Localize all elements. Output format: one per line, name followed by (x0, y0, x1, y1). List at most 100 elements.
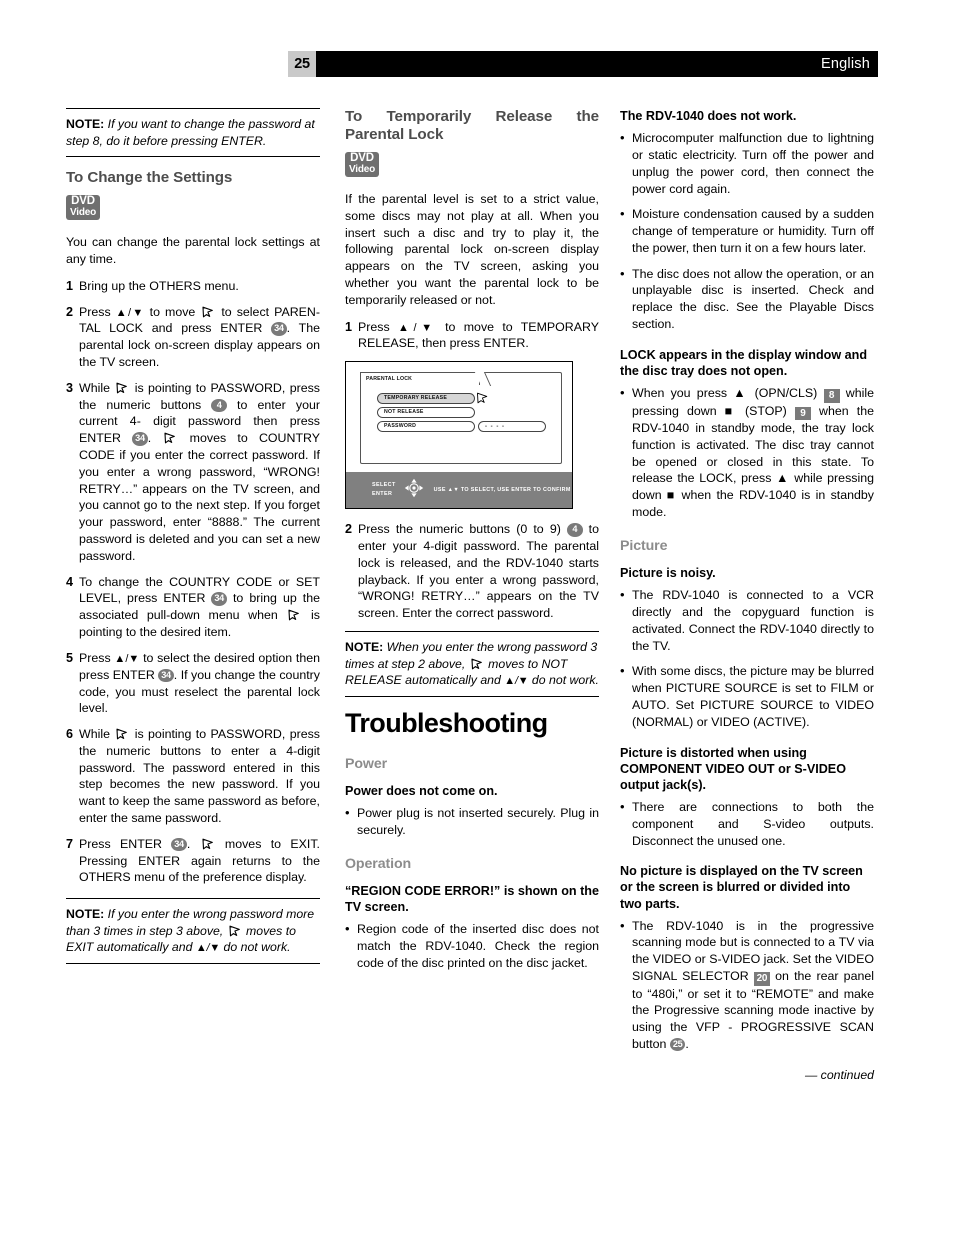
osd-panel: PARENTAL LOCK TEMPORARY RELEASE NOT RELE… (360, 372, 562, 465)
problem-heading-region-code-error: “REGION CODE ERROR!” is shown on the TV … (345, 883, 599, 915)
bullet-item: • With some discs, the picture may be blu… (620, 663, 874, 730)
bullet-item: • Region code of the inserted disc does n… (345, 921, 599, 971)
note-wrong-password: NOTE: If you enter the wrong password mo… (66, 898, 320, 965)
osd-item-temporary-release[interactable]: TEMPORARY RELEASE (377, 393, 475, 405)
bullet-list-picture-distorted: • There are connections to both the compo… (620, 799, 874, 849)
column-right: The RDV-1040 does not work. • Microcomput… (620, 108, 874, 1083)
osd-footer-hint: USE ▲▼ TO SELECT, USE ENTER TO CONFIRM (433, 486, 571, 493)
step-number: 2 (345, 522, 353, 537)
step-item: 1 Press ▲/▼ to move to TEMPORARY RELEASE… (345, 319, 599, 353)
osd-tab-title: PARENTAL LOCK (360, 372, 480, 386)
problem-heading-power-no-come-on: Power does not come on. (345, 783, 498, 798)
problem-heading-picture-distorted: Picture is distorted when using COMPONEN… (620, 745, 847, 792)
step-number: 3 (66, 380, 74, 395)
updown-arrows-icon: ▲/▼ (195, 942, 221, 955)
dvd-badge-line2: Video (70, 206, 97, 218)
osd-footer-enter-label: ENTER (372, 491, 393, 498)
note-label: NOTE: (345, 640, 384, 655)
bullet-list-picture-noisy: • The RDV-1040 is connected to a VCR dire… (620, 587, 874, 730)
disc-type-badge-dvd-video: DVD Video (345, 150, 599, 177)
cursor-icon (470, 658, 484, 670)
button-reference-badge-34: 34 (271, 322, 287, 336)
bullet-text: Moisture condensation caused by a sudden… (632, 207, 874, 255)
step-text: Press ▲/▼ to select the desired option t… (79, 650, 320, 716)
step-item: 2 Press ▲/▼ to move to select PAREN-TAL L… (66, 304, 320, 371)
osd-row: PASSWORD - - - - (377, 421, 553, 433)
column-left: NOTE: If you want to change the password… (66, 108, 320, 976)
bullet-dot-icon: • (620, 917, 625, 933)
step-text: While is pointing to PASSWORD, press the… (79, 727, 320, 826)
step-item: 6 While is pointing to PASSWORD, press th… (66, 726, 320, 827)
problem-heading-does-not-work: The RDV-1040 does not work. (620, 109, 797, 123)
cursor-icon (228, 925, 242, 937)
bullet-item: • Microcomputer malfunction due to lightn… (620, 130, 874, 197)
bullet-text: The disc does not allow the operation, o… (632, 266, 874, 332)
dpad-icon (403, 477, 425, 504)
bullet-text: Microcomputer malfunction due to lightni… (632, 131, 874, 196)
bullet-item: • The disc does not allow the operation, … (620, 266, 874, 333)
bullet-dot-icon: • (345, 805, 350, 821)
note-text: If you enter the wrong password more tha… (66, 907, 315, 955)
steps-list-change-settings: 1 Bring up the OTHERS menu. 2 Press ▲/▼ to … (66, 278, 320, 887)
cursor-icon (287, 609, 301, 621)
osd-figure-parental-lock: PARENTAL LOCK TEMPORARY RELEASE NOT RELE… (345, 361, 573, 510)
note-change-password: NOTE: If you want to change the password… (66, 108, 320, 158)
bullet-dot-icon: • (620, 385, 625, 401)
step-number: 1 (345, 319, 353, 334)
header-language-label: English (821, 56, 870, 72)
step-text: Press ENTER 34. moves to EXIT. Pressing … (79, 836, 320, 885)
bullet-dot-icon: • (620, 663, 625, 679)
intro-paragraph: If the parental level is set to a strict… (345, 191, 599, 307)
section-title-change-settings: To Change the Settings (66, 169, 233, 187)
bullet-item: • Moisture condensation caused by a sudde… (620, 206, 874, 256)
bullet-item: • When you press ▲ (OPN/CLS) 8 while pre… (620, 385, 874, 521)
bullet-item: • Power plug is not inserted securely. Pl… (345, 805, 599, 839)
step-number: 2 (66, 304, 74, 319)
note-text: If you want to change the password at st… (66, 117, 315, 148)
updown-arrows-icon: ▲/▼ (504, 675, 529, 688)
header-bar: English (316, 51, 878, 77)
osd-menu-rows: TEMPORARY RELEASE NOT RELEASE PASSWORD -… (377, 392, 553, 435)
button-reference-badge-4: 4 (211, 398, 227, 413)
bullet-text: Region code of the inserted disc does no… (357, 922, 599, 970)
step-item: 2 Press the numeric buttons (0 to 9) 4 t… (345, 521, 599, 622)
updown-arrows-icon: ▲/▼ (114, 652, 140, 665)
problem-heading-lock-display: LOCK appears in the display window and t… (620, 347, 868, 378)
bullet-text: Power plug is not inserted securely. Plu… (357, 806, 599, 837)
problem-heading-picture-noisy: Picture is noisy. (620, 566, 716, 581)
osd-item-not-release[interactable]: NOT RELEASE (377, 407, 475, 419)
page-header: 25 English (288, 51, 878, 77)
control-reference-badge-20: 20 (753, 972, 770, 986)
osd-item-password[interactable]: PASSWORD (377, 421, 475, 433)
step-item: 5 Press ▲/▼ to select the desired option … (66, 650, 320, 717)
bullet-text: When you press ▲ (OPN/CLS) 8 while press… (632, 386, 874, 520)
column-middle: To Temporarily Release the Parental Lock… (345, 108, 599, 981)
button-reference-badge-34: 34 (171, 837, 187, 852)
button-reference-badge-25: 25 (669, 1037, 686, 1052)
cursor-icon (201, 306, 215, 318)
bullet-list-power: • Power plug is not inserted securely. Pl… (345, 805, 599, 839)
bullet-item: • The RDV-1040 is connected to a VCR dire… (620, 587, 874, 654)
section-title-temporary-release: To Temporarily Release the Parental Lock (345, 108, 599, 144)
osd-password-field[interactable]: - - - - (478, 421, 546, 433)
intro-paragraph: You can change the parental lock setting… (66, 234, 320, 266)
step-item: 7 Press ENTER 34. moves to EXIT. Pressing… (66, 836, 320, 886)
step-number: 5 (66, 650, 74, 665)
osd-footer-bar: SELECT ENTER USE ▲▼ TO SELECT, USE ENTER… (346, 472, 572, 509)
step-item: 1 Bring up the OTHERS menu. (66, 278, 320, 295)
subsection-heading-power: Power (345, 755, 388, 772)
step-number: 6 (66, 727, 74, 742)
updown-arrows-icon: ▲/▼ (115, 306, 145, 319)
bullet-list-does-not-work: • Microcomputer malfunction due to lightn… (620, 130, 874, 333)
bullet-dot-icon: • (620, 587, 625, 603)
note-wrong-password-3-times: NOTE: When you enter the wrong password … (345, 631, 599, 698)
osd-row: TEMPORARY RELEASE (377, 392, 553, 405)
button-reference-badge-34: 34 (158, 668, 174, 683)
note-label: NOTE: (66, 907, 105, 922)
bullet-text: The RDV-1040 is in the progressive scann… (632, 918, 874, 1052)
step-text: While is pointing to PASSWORD, press the… (79, 380, 320, 563)
bullet-dot-icon: • (345, 921, 350, 937)
step-text: To change the COUNTRY CODE or SET LEVEL,… (79, 574, 320, 640)
bullet-item: • There are connections to both the compo… (620, 799, 874, 849)
step-number: 1 (66, 278, 74, 293)
